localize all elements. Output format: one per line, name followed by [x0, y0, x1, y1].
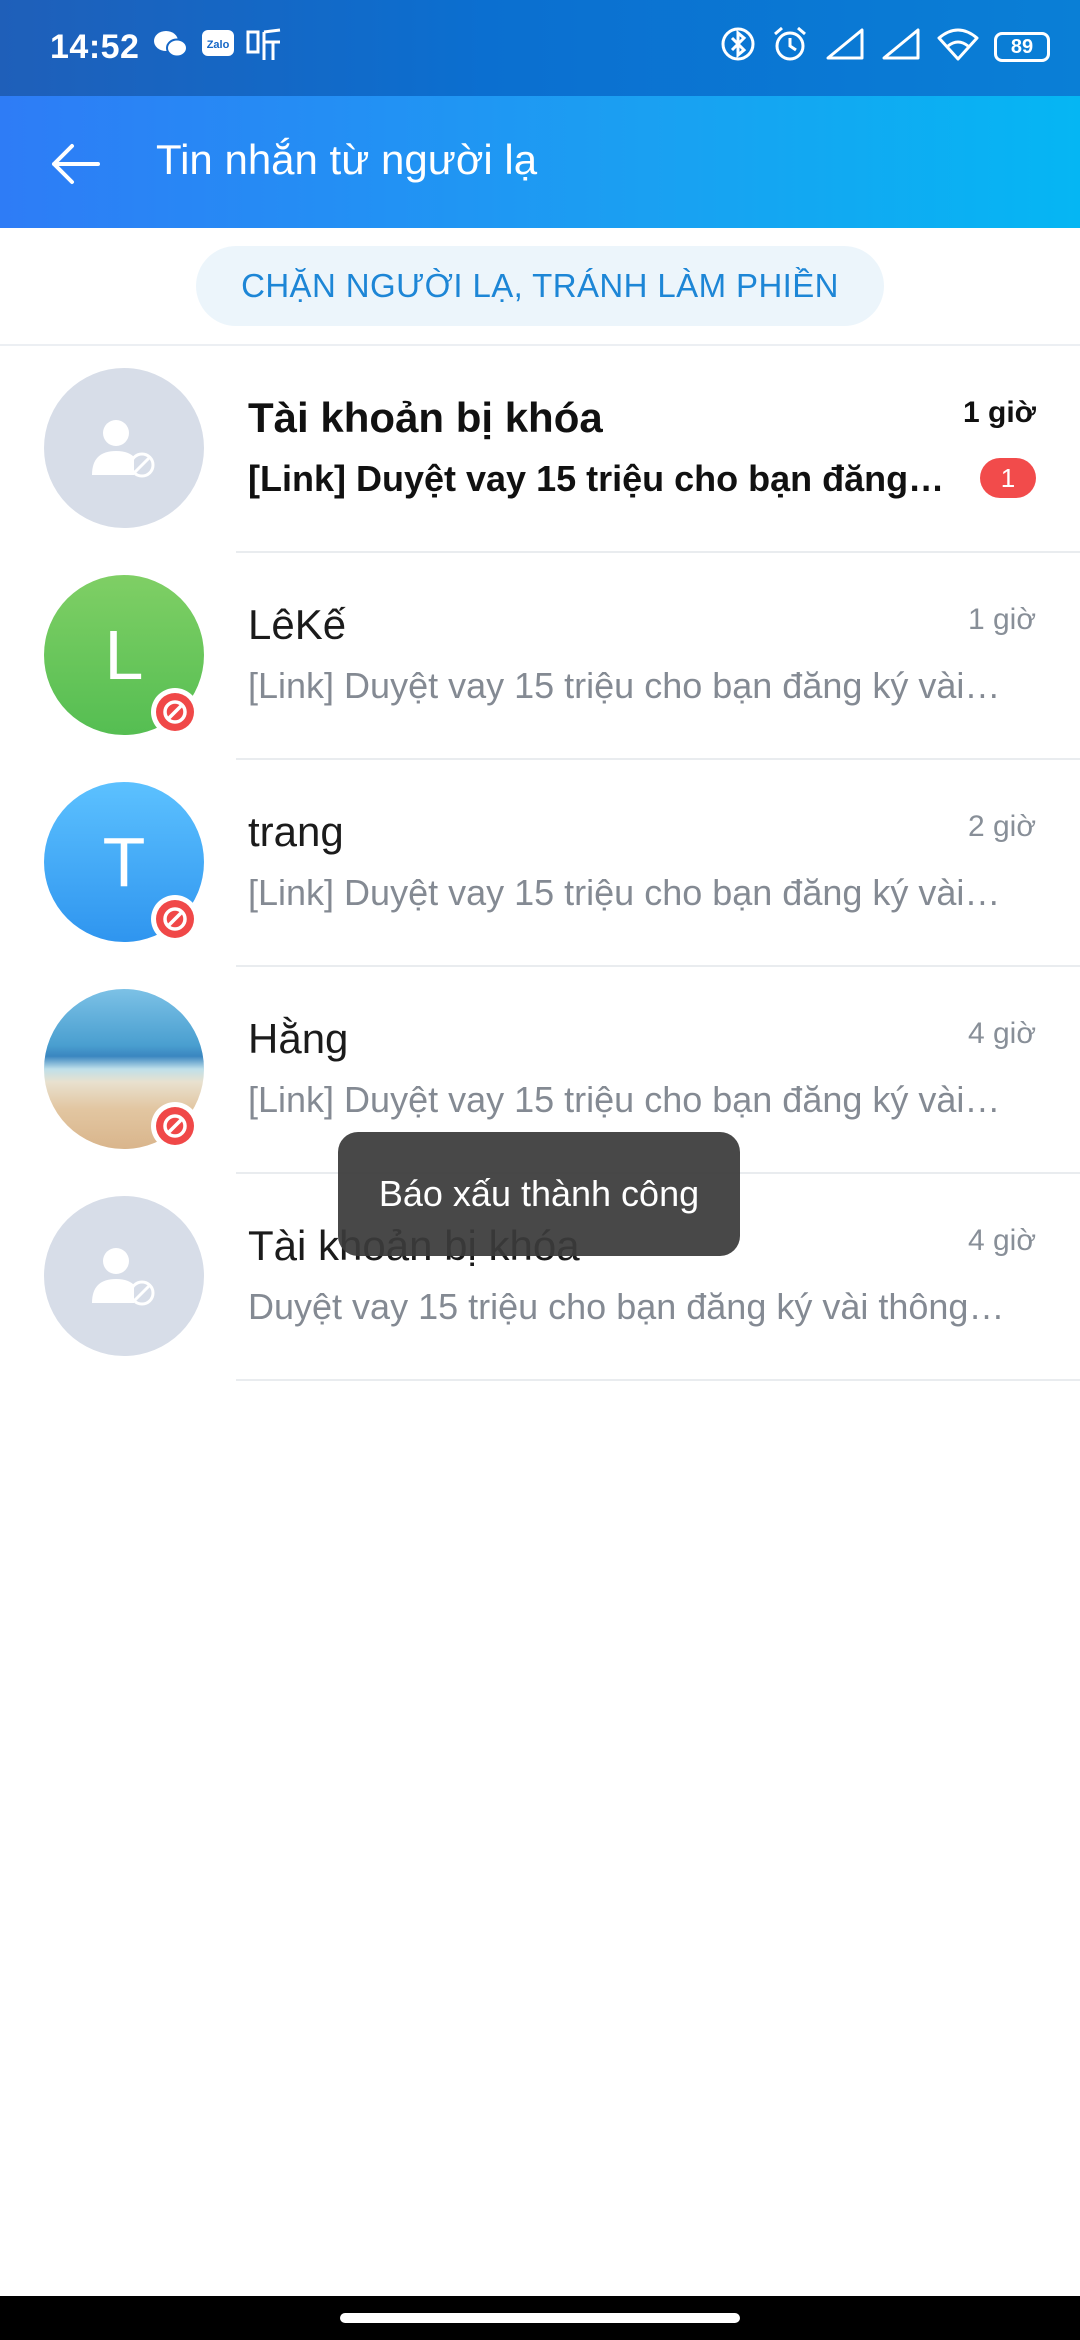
wechat-icon — [152, 27, 190, 66]
message-time: 1 giờ — [967, 603, 1036, 636]
contact-name: Hằng — [248, 1015, 349, 1062]
divider — [236, 1379, 1080, 1381]
back-button[interactable] — [44, 132, 108, 196]
default-user-icon — [92, 1248, 155, 1306]
message-time: 4 giờ — [967, 1224, 1036, 1257]
app-bar: Tin nhắn từ người lạ — [0, 96, 1080, 228]
battery-icon: 89 — [994, 31, 1050, 62]
blocked-icon — [156, 900, 194, 938]
signal-icon-2 — [880, 26, 922, 67]
blocked-badge — [151, 895, 199, 943]
system-icons: 89 — [720, 24, 1050, 69]
zalo-icon: Zalo — [200, 28, 236, 65]
conversation-row[interactable]: L LêKế [Link] Duyệt vay 15 triệu cho bạn… — [0, 553, 1080, 760]
listen-app-icon — [246, 26, 284, 67]
message-preview: [Link] Duyệt vay 15 triệu cho bạn đăng k… — [248, 1079, 1010, 1120]
wifi-icon — [936, 26, 980, 67]
contact-name: trang — [248, 808, 344, 855]
message-time: 4 giờ — [967, 1017, 1036, 1050]
default-user-icon — [92, 420, 155, 478]
contact-name: Tài khoản bị khóa — [248, 394, 603, 441]
unread-badge: 1 — [980, 458, 1036, 498]
bluetooth-icon — [720, 24, 756, 69]
signal-icon — [824, 26, 866, 67]
status-bar: 14:52 Zalo 89 — [0, 0, 1080, 96]
block-strangers-button[interactable]: CHẶN NGƯỜI LẠ, TRÁNH LÀM PHIỀN — [196, 246, 884, 326]
avatar — [44, 1196, 204, 1356]
message-preview: [Link] Duyệt vay 15 triệu cho bạn đăng k… — [248, 872, 1010, 913]
message-time: 2 giờ — [967, 810, 1036, 843]
conversation-row[interactable]: T trang [Link] Duyệt vay 15 triệu cho bạ… — [0, 760, 1080, 967]
blocked-badge — [151, 688, 199, 736]
alarm-icon — [770, 24, 810, 69]
message-time: 1 giờ — [962, 396, 1036, 429]
message-preview: Duyệt vay 15 triệu cho bạn đăng ký vài t… — [248, 1286, 1010, 1327]
conversation-row[interactable]: Tài khoản bị khóa [Link] Duyệt vay 15 tr… — [0, 346, 1080, 553]
svg-text:Zalo: Zalo — [207, 39, 230, 51]
page-title: Tin nhắn từ người lạ — [156, 136, 538, 183]
status-time: 14:52 — [50, 28, 140, 66]
notification-icons: Zalo — [152, 26, 284, 67]
blocked-badge — [151, 1102, 199, 1150]
message-preview: [Link] Duyệt vay 15 triệu cho bạn đăng k… — [248, 458, 952, 499]
contact-name: LêKế — [248, 601, 347, 648]
message-preview: [Link] Duyệt vay 15 triệu cho bạn đăng k… — [248, 665, 1010, 706]
back-arrow-icon — [52, 144, 100, 184]
blocked-icon — [156, 693, 194, 731]
home-indicator[interactable] — [340, 2313, 740, 2323]
avatar — [44, 368, 204, 528]
toast-message: Báo xấu thành công — [338, 1132, 740, 1256]
blocked-icon — [156, 1107, 194, 1145]
